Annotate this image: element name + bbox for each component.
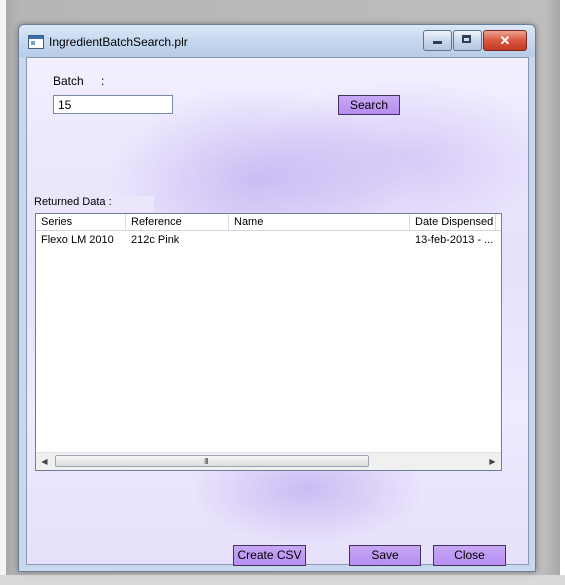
cell-name [231, 232, 410, 248]
desktop-bottom-strip [0, 575, 565, 585]
column-header-series[interactable]: Series [36, 214, 126, 230]
batch-label-colon: : [101, 74, 105, 88]
search-button[interactable]: Search [338, 95, 400, 115]
horizontal-scrollbar[interactable]: ◀ III ▶ [36, 452, 501, 470]
column-header-date-dispensed[interactable]: Date Dispensed [410, 214, 496, 230]
returned-data-label: Returned Data : [34, 196, 154, 212]
cell-reference: 212c Pink [131, 234, 180, 246]
batch-label: Batch [53, 74, 84, 88]
maximize-button[interactable] [453, 30, 482, 51]
app-window: IngredientBatchSearch.plr ✕ Batch : Sear… [18, 24, 536, 572]
window-title: IngredientBatchSearch.plr [49, 35, 188, 49]
save-button[interactable]: Save [349, 545, 421, 566]
window-controls: ✕ [422, 30, 527, 51]
maximize-icon [462, 35, 471, 43]
table-row[interactable]: Flexo LM 2010 212c Pink 13-feb-2013 - ..… [36, 232, 501, 248]
form-client-area: Batch : Search Returned Data : Series Re… [26, 57, 529, 566]
column-header-reference[interactable]: Reference [126, 214, 229, 230]
grid-header: Series Reference Name Date Dispensed [36, 214, 501, 231]
scroll-grip-icon: III [204, 457, 209, 466]
minimize-button[interactable] [423, 30, 452, 51]
close-window-button[interactable]: ✕ [483, 30, 527, 51]
close-button[interactable]: Close [433, 545, 506, 566]
batch-input[interactable] [53, 95, 173, 114]
create-csv-button[interactable]: Create CSV [233, 545, 306, 566]
close-icon: ✕ [499, 33, 511, 48]
results-grid[interactable]: Series Reference Name Date Dispensed Fle… [35, 213, 502, 471]
scroll-left-arrow-icon[interactable]: ◀ [36, 453, 53, 470]
cell-series: Flexo LM 2010 [41, 234, 114, 246]
column-header-name[interactable]: Name [229, 214, 410, 230]
cell-date-dispensed: 13-feb-2013 - ... [415, 234, 494, 246]
title-bar[interactable]: IngredientBatchSearch.plr ✕ [19, 25, 535, 57]
scroll-right-arrow-icon[interactable]: ▶ [484, 453, 501, 470]
minimize-icon [433, 41, 442, 44]
app-window-icon [28, 35, 44, 49]
scroll-thumb[interactable]: III [55, 455, 369, 467]
